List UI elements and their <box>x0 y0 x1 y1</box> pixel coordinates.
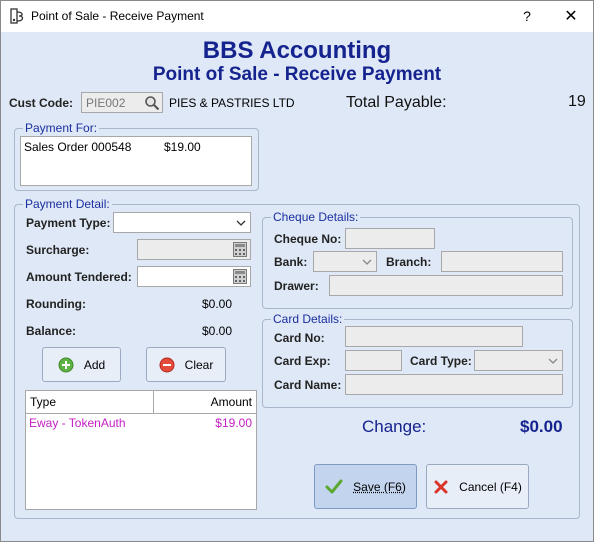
app-icon <box>10 8 24 24</box>
surcharge-label: Surcharge: <box>26 243 90 257</box>
table-row[interactable]: Eway - TokenAuth $19.00 <box>26 416 256 434</box>
add-button[interactable]: Add <box>42 347 121 382</box>
payment-for-description: Sales Order 000548 <box>24 140 132 154</box>
minus-icon <box>159 357 175 373</box>
surcharge-field[interactable] <box>137 239 251 260</box>
balance-value: $0.00 <box>202 324 233 338</box>
branch-label: Branch: <box>386 255 432 269</box>
cross-icon <box>433 479 449 495</box>
card-name-label: Card Name: <box>274 378 342 392</box>
grid-column-amount[interactable]: Amount <box>211 395 252 409</box>
cheque-no-field[interactable] <box>345 228 435 249</box>
card-exp-field[interactable] <box>345 350 402 371</box>
payment-for-list[interactable]: Sales Order 000548 $19.00 <box>20 136 252 186</box>
dialog-body: BBS Accounting Point of Sale - Receive P… <box>1 32 593 541</box>
cheque-no-label: Cheque No: <box>274 232 342 246</box>
window-title: Point of Sale - Receive Payment <box>31 9 204 23</box>
payment-type-select[interactable] <box>113 212 251 233</box>
save-label: Save (F6) <box>353 479 406 494</box>
cust-code-label: Cust Code: <box>9 96 73 110</box>
card-no-label: Card No: <box>274 331 325 345</box>
cust-code-value: PIE002 <box>86 96 126 110</box>
total-payable-value: 19 <box>568 93 586 110</box>
card-exp-label: Card Exp: <box>274 354 331 368</box>
cheque-details-title: Cheque Details: <box>271 210 361 224</box>
receive-payment-window: Point of Sale - Receive Payment ? ✕ BBS … <box>0 0 594 542</box>
customer-name: PIES & PASTRIES LTD <box>169 96 295 110</box>
card-type-select[interactable] <box>474 350 563 371</box>
payment-detail-title: Payment Detail: <box>23 197 112 211</box>
calculator-icon[interactable] <box>233 269 247 284</box>
grid-header: Type Amount <box>26 391 256 414</box>
plus-icon <box>58 357 74 373</box>
rounding-value: $0.00 <box>202 297 233 311</box>
card-details-title: Card Details: <box>271 312 345 326</box>
close-button[interactable]: ✕ <box>561 6 581 26</box>
add-label: Add <box>83 357 106 372</box>
card-name-field[interactable] <box>345 374 563 395</box>
help-button[interactable]: ? <box>521 8 533 24</box>
grid-cell-amount: $19.00 <box>215 416 252 430</box>
card-type-label: Card Type: <box>410 354 472 368</box>
clear-label: Clear <box>184 357 214 372</box>
payment-grid[interactable]: Type Amount Eway - TokenAuth $19.00 <box>25 390 257 510</box>
payment-for-group: Payment For: Sales Order 000548 $19.00 <box>14 121 259 191</box>
grid-cell-type: Eway - TokenAuth <box>29 416 126 430</box>
chevron-down-icon[interactable] <box>544 351 562 370</box>
list-item[interactable]: Sales Order 000548 $19.00 <box>24 140 250 156</box>
amount-tendered-field[interactable] <box>137 266 251 287</box>
screen-heading: Point of Sale - Receive Payment <box>152 64 442 85</box>
balance-label: Balance: <box>26 324 77 338</box>
change-value: $0.00 <box>520 417 563 436</box>
change-label: Change: <box>362 417 427 436</box>
drawer-field[interactable] <box>329 275 563 296</box>
chevron-down-icon[interactable] <box>358 252 376 271</box>
card-no-field[interactable] <box>345 326 523 347</box>
rounding-label: Rounding: <box>26 297 86 311</box>
payment-for-title: Payment For: <box>23 121 100 135</box>
cancel-button[interactable]: Cancel (F4) <box>426 464 529 509</box>
branch-field[interactable] <box>441 251 563 272</box>
drawer-label: Drawer: <box>274 279 319 293</box>
calculator-icon[interactable] <box>233 242 247 257</box>
payment-for-amount: $19.00 <box>164 140 201 154</box>
clear-button[interactable]: Clear <box>146 347 226 382</box>
bank-select[interactable] <box>313 251 377 272</box>
cust-code-field[interactable]: PIE002 <box>81 92 163 113</box>
chevron-down-icon[interactable] <box>232 213 250 232</box>
bank-label: Bank: <box>274 255 308 269</box>
payment-type-label: Payment Type: <box>26 216 111 230</box>
cancel-label: Cancel (F4) <box>459 479 522 494</box>
total-payable-label: Total Payable: <box>346 94 447 111</box>
grid-column-type[interactable]: Type <box>30 395 56 409</box>
grid-column-divider[interactable] <box>153 391 154 414</box>
search-icon[interactable] <box>144 95 160 111</box>
save-button[interactable]: Save (F6) <box>314 464 417 509</box>
title-bar: Point of Sale - Receive Payment ? ✕ <box>1 1 593 32</box>
amount-tendered-label: Amount Tendered: <box>26 270 132 284</box>
company-heading: BBS Accounting <box>202 37 392 64</box>
checkmark-icon <box>325 479 343 495</box>
